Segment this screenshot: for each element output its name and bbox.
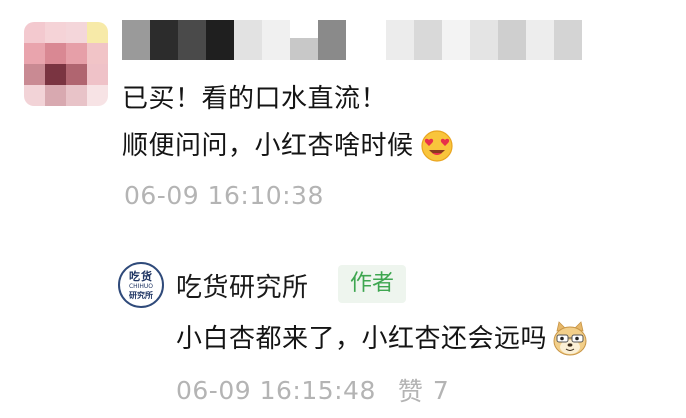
commenter-name-blurred[interactable]	[122, 20, 582, 60]
comment-timestamp: 06-09 16:10:38	[124, 181, 324, 210]
like-label: 赞	[397, 377, 423, 406]
heart-eyes-emoji-icon	[420, 130, 453, 162]
author-name[interactable]: 吃货研究所	[176, 267, 309, 304]
author-badge: 作者	[338, 265, 407, 303]
reply-timestamp: 06-09 16:15:48	[176, 375, 376, 405]
avatar-text-mid: CHIHUO	[128, 282, 154, 290]
reply-footer: 06-09 16:15:48 赞 7	[176, 372, 449, 408]
reply-text-content: 小白杏都来了，小红杏还会远吗	[176, 324, 548, 354]
avatar-text-top: 吃货	[129, 269, 153, 283]
reply-text: 小白杏都来了，小红杏还会远吗	[176, 321, 589, 357]
like-button[interactable]: 赞 7	[398, 372, 449, 408]
comment-text-line1: 已买！看的口水直流！	[122, 84, 388, 114]
author-avatar[interactable]: 吃货 CHIHUO 研究所	[118, 262, 164, 308]
avatar-text-bottom: 研究所	[129, 290, 153, 300]
comment-text-line2-text: 顺便问问，小红杏啥时候	[122, 131, 414, 161]
like-count: 7	[432, 375, 449, 405]
doge-emoji-icon	[553, 321, 587, 356]
comment-text-line2: 顺便问问，小红杏啥时候	[122, 129, 454, 163]
commenter-avatar[interactable]	[24, 22, 108, 106]
